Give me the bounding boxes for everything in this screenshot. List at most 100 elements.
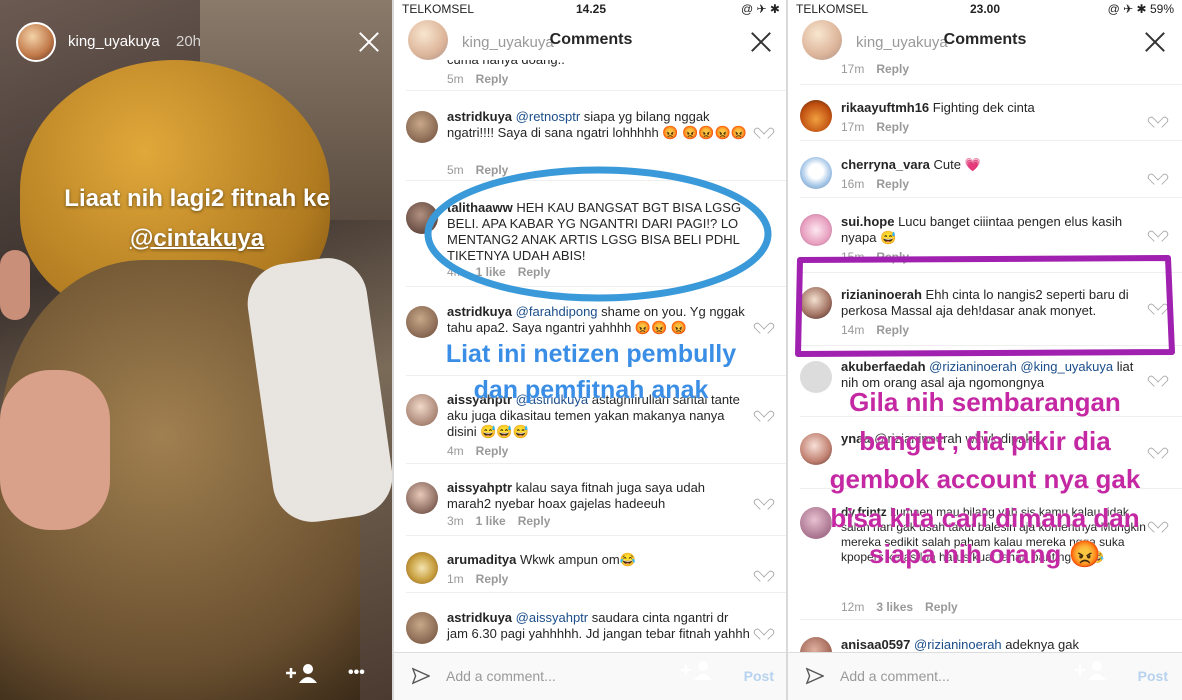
comment-text: rikaayuftmh16 Fighting dek cinta (841, 100, 1146, 116)
reply-button[interactable]: Reply (476, 444, 509, 458)
heart-icon[interactable] (1152, 371, 1164, 382)
comment-time: 3m (447, 514, 464, 528)
avatar[interactable] (406, 552, 438, 584)
comment-username[interactable]: cherryna_vara (841, 157, 930, 172)
avatar[interactable] (406, 306, 438, 338)
comment-mention[interactable]: @aissyahptr (516, 610, 588, 625)
story-header: king_uyakuya 20h (0, 0, 394, 80)
heart-icon[interactable] (758, 318, 770, 329)
heart-icon[interactable] (1152, 226, 1164, 237)
comment-body: adeknya gak (1001, 637, 1080, 652)
close-icon[interactable] (358, 31, 380, 53)
reply-button[interactable]: Reply (876, 120, 909, 134)
comment-username[interactable]: anisaa0597 (841, 637, 910, 652)
comment-time: 5m (447, 72, 464, 86)
heart-icon[interactable] (758, 123, 770, 134)
heart-icon[interactable] (758, 494, 770, 505)
reply-button[interactable]: Reply (476, 72, 509, 86)
add-person-icon[interactable] (679, 659, 713, 686)
magenta-box-annotation (795, 255, 1175, 357)
comment-username[interactable]: astridkuya (447, 109, 512, 124)
comment-time: 16m (841, 177, 865, 191)
comment-composer: Add a comment... Post (788, 652, 1182, 700)
close-icon[interactable] (750, 31, 772, 53)
direct-message-icon[interactable] (412, 667, 430, 685)
avatar[interactable] (800, 100, 832, 132)
avatar[interactable] (406, 111, 438, 143)
comment-separator (406, 90, 788, 91)
comment-mention[interactable]: @rizianinoerah @king_uyakuya (929, 359, 1113, 374)
add-person-icon[interactable] (1073, 659, 1107, 686)
comment-username[interactable]: sui.hope (841, 214, 894, 229)
reply-button[interactable]: Reply (518, 514, 551, 528)
page-title: Comments (549, 31, 633, 48)
comments-screen-1: TELKOMSEL 14.25 @ ✈ ✱ king_uyakuya Comme… (394, 0, 788, 700)
story-username[interactable]: king_uyakuya (68, 33, 160, 50)
overlay-caption-line1: Liat ini netizen pembully (445, 340, 737, 368)
add-person-icon[interactable] (284, 662, 318, 690)
comment-separator (800, 140, 1182, 141)
comments-topbar: king_uyakuya Comments (394, 20, 788, 60)
comment-input[interactable]: Add a comment... (446, 668, 556, 684)
overlay-caption-line2: banget , dia pikir dia (859, 426, 1111, 456)
overlay-caption-line3: gembok account nya gak (829, 464, 1141, 494)
comment-username[interactable]: rikaayuftmh16 (841, 100, 929, 115)
comment-meta: 16m Reply (841, 177, 909, 191)
comment-likes[interactable]: 3 likes (876, 600, 913, 614)
direct-message-icon[interactable] (806, 667, 824, 685)
comment-separator (800, 619, 1182, 620)
avatar[interactable] (800, 214, 832, 246)
blue-circle-annotation (424, 166, 772, 302)
reply-button[interactable]: Reply (476, 572, 509, 586)
comment-username[interactable]: akuberfaedah (841, 359, 926, 374)
add-person-glyph (1075, 661, 1106, 680)
comment-separator (406, 463, 788, 464)
heart-icon[interactable] (758, 566, 770, 577)
story-photo-hand (0, 370, 110, 530)
clock: 14.25 (575, 2, 607, 16)
status-glyphs: @ ✈ ✱ (1107, 2, 1147, 16)
comment-meta: 17m Reply (841, 120, 909, 134)
avatar[interactable] (406, 482, 438, 514)
post-button[interactable]: Post (1138, 668, 1168, 684)
overlay-caption-line2: dan pemfitnah anak (473, 376, 709, 404)
avatar[interactable] (800, 637, 832, 652)
post-button[interactable]: Post (744, 668, 774, 684)
story-avatar[interactable] (16, 22, 56, 62)
comment-composer: Add a comment... Post (394, 652, 788, 700)
reply-button[interactable]: Reply (876, 177, 909, 191)
comments-screen-2: TELKOMSEL 23.00 @ ✈ ✱ 59% king_uyakuya C… (788, 0, 1182, 700)
reply-button[interactable]: Reply (925, 600, 958, 614)
comment-text: astridkuya @aissyahptr saudara cinta nga… (447, 610, 752, 642)
more-options-icon[interactable]: ••• (348, 664, 365, 682)
comment-username[interactable]: arumaditya (447, 552, 516, 567)
comment-meta: 1m Reply (447, 572, 508, 586)
avatar[interactable] (406, 612, 438, 644)
comment-meta: 12m 3 likes Reply (841, 600, 958, 614)
comment-time: 1m (447, 572, 464, 586)
comment-likes[interactable]: 1 like (476, 514, 506, 528)
story-caption-mention[interactable]: @cintakuya (130, 225, 264, 252)
heart-icon[interactable] (1152, 112, 1164, 123)
comment-text: cherryna_vara Cute 💗 (841, 157, 1146, 173)
overlay-caption-line5: siapa nih orang 😡 (869, 539, 1101, 569)
comment-meta: 17m Reply (841, 62, 909, 76)
heart-icon[interactable] (758, 624, 770, 635)
comment-username[interactable]: aissyahptr (447, 480, 512, 495)
comment-text: arumaditya Wkwk ampun om😂 (447, 552, 752, 568)
avatar[interactable] (800, 157, 832, 189)
status-icons: @ ✈ ✱ 59% (1108, 2, 1174, 16)
comment-mention[interactable]: @rizianinoerah (914, 637, 1002, 652)
comment-username[interactable]: astridkuya (447, 610, 512, 625)
reply-button[interactable]: Reply (876, 62, 909, 76)
comment-input[interactable]: Add a comment... (840, 668, 950, 684)
comment-text: aissyahptr kalau saya fitnah juga saya u… (447, 480, 752, 512)
comment-text: astridkuya @retnosptr siapa yg bilang ng… (447, 109, 752, 141)
story-caption-line2: @cintakuya (0, 225, 394, 253)
close-icon[interactable] (1144, 31, 1166, 53)
comment-meta: 5m Reply (447, 72, 508, 86)
comment-mention[interactable]: @retnosptr (516, 109, 581, 124)
heart-icon[interactable] (1152, 169, 1164, 180)
add-person-glyph (681, 661, 712, 680)
comment-text: cuma nanya doang.. (447, 60, 752, 68)
